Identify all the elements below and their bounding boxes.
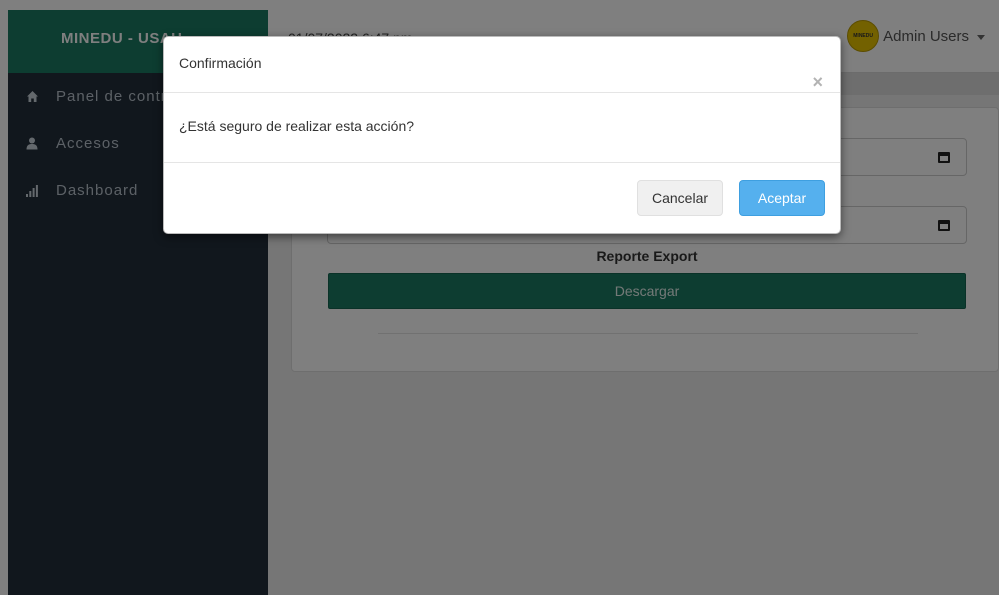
- confirmation-message: ¿Está seguro de realizar esta acción?: [179, 118, 415, 134]
- cancel-button[interactable]: Cancelar: [637, 180, 723, 216]
- confirmation-modal: Confirmación × ¿Está seguro de realizar …: [163, 36, 841, 234]
- modal-title: Confirmación: [179, 55, 262, 71]
- close-icon[interactable]: ×: [812, 73, 823, 91]
- modal-header: Confirmación ×: [164, 37, 840, 93]
- modal-body: ¿Está seguro de realizar esta acción?: [164, 93, 840, 163]
- modal-footer: Cancelar Aceptar: [164, 163, 840, 233]
- accept-button[interactable]: Aceptar: [739, 180, 825, 216]
